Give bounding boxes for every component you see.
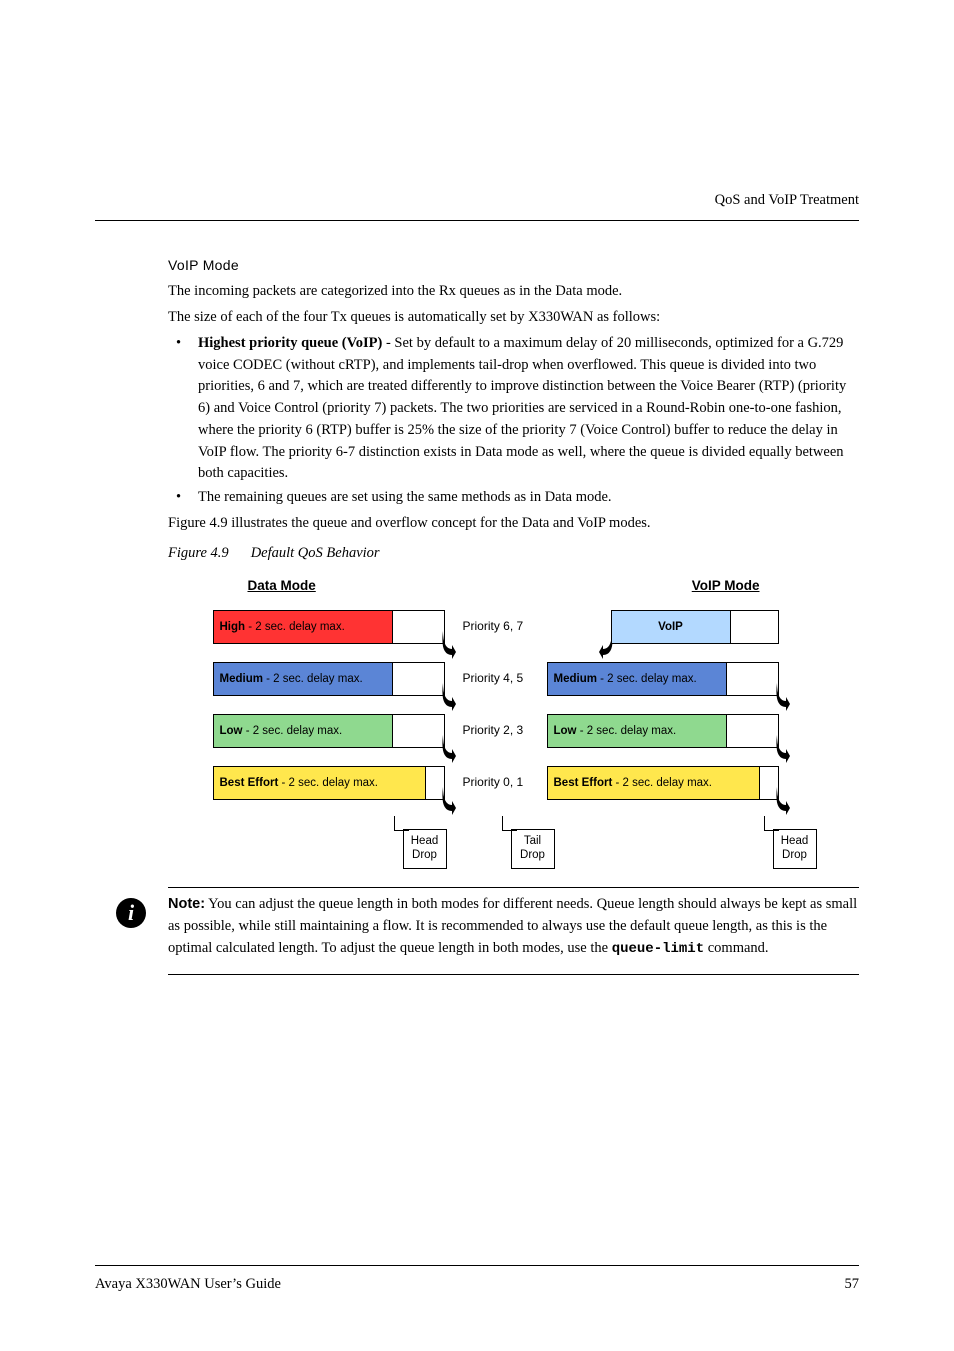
overflow-arrow-icon — [776, 683, 790, 713]
queue-medium: Medium - 2 sec. delay max. — [547, 662, 727, 696]
priority-label: Priority 0, 1 — [463, 774, 541, 791]
head-drop-box: HeadDrop — [403, 829, 447, 869]
running-header: QoS and VoIP Treatment — [715, 190, 859, 211]
figure-column-title-left: Data Mode — [248, 576, 316, 596]
note-bottom-rule — [168, 974, 859, 975]
overflow-arrow-icon — [442, 735, 456, 765]
queue-empty-box — [385, 610, 445, 644]
queue-low: Low - 2 sec. delay max. — [547, 714, 727, 748]
queue-low: Low - 2 sec. delay max. — [213, 714, 393, 748]
head-drop-box: HeadDrop — [773, 829, 817, 869]
overflow-arrow-icon — [776, 735, 790, 765]
command-name: queue-limit — [612, 941, 704, 957]
priority-label: Priority 2, 3 — [463, 722, 541, 739]
header-rule — [95, 220, 859, 221]
figure-row: Medium - 2 sec. delay max. Priority 4, 5… — [213, 661, 815, 697]
footer-rule — [95, 1265, 859, 1266]
queue-empty-box — [719, 662, 779, 696]
queue-voip: VoIP — [611, 610, 731, 644]
overflow-arrow-icon — [776, 787, 790, 817]
queue-best-effort: Best Effort - 2 sec. delay max. — [547, 766, 760, 800]
note-top-rule — [168, 887, 859, 888]
footer-title: Avaya X330WAN User’s Guide — [95, 1274, 281, 1295]
overflow-arrow-icon — [442, 787, 456, 817]
priority-label: Priority 6, 7 — [463, 618, 541, 635]
note-lead: Note: — [168, 896, 205, 912]
figure-row: Low - 2 sec. delay max. Priority 2, 3 Lo… — [213, 713, 815, 749]
figure-column-title-right: VoIP Mode — [692, 576, 760, 596]
queue-high: High - 2 sec. delay max. — [213, 610, 393, 644]
body-paragraph: Figure 4.9 illustrates the queue and ove… — [168, 513, 859, 535]
list-item: Highest priority queue (VoIP) - Set by d… — [168, 333, 859, 485]
note-body: command. — [704, 940, 768, 956]
queue-empty-box — [719, 714, 779, 748]
queue-medium: Medium - 2 sec. delay max. — [213, 662, 393, 696]
overflow-arrow-icon — [442, 683, 456, 713]
figure-title: Default QoS Behavior — [251, 545, 380, 561]
page-footer: Avaya X330WAN User’s Guide 57 — [95, 1274, 859, 1295]
drop-labels-row: HeadDrop TailDrop HeadDrop — [213, 829, 815, 869]
queue-empty-box — [385, 662, 445, 696]
priority-label: Priority 4, 5 — [463, 670, 541, 687]
list-item-lead: Highest priority queue (VoIP) — [198, 335, 382, 351]
bullet-list: Highest priority queue (VoIP) - Set by d… — [168, 333, 859, 509]
queue-empty-box — [385, 714, 445, 748]
list-item: The remaining queues are set using the s… — [168, 487, 859, 509]
queue-best-effort: Best Effort - 2 sec. delay max. — [213, 766, 426, 800]
body-paragraph: The size of each of the four Tx queues i… — [168, 307, 859, 329]
note-block: i Note: You can adjust the queue length … — [116, 894, 859, 960]
figure-row: Best Effort - 2 sec. delay max. Priority… — [213, 765, 815, 801]
figure-qos-behavior: Data Mode VoIP Mode High - 2 sec. delay … — [213, 576, 815, 870]
figure-number: Figure 4.9 — [168, 545, 229, 561]
overflow-arrow-icon — [442, 631, 456, 661]
tail-drop-box: TailDrop — [511, 829, 555, 869]
section-heading: VoIP Mode — [168, 255, 859, 275]
figure-row: High - 2 sec. delay max. Priority 6, 7 V… — [213, 609, 815, 645]
body-paragraph: The incoming packets are categorized int… — [168, 281, 859, 303]
info-icon: i — [116, 898, 146, 928]
figure-caption: Figure 4.9 Default QoS Behavior — [168, 543, 859, 564]
list-item-text: - Set by default to a maximum delay of 2… — [198, 335, 846, 482]
page-number: 57 — [845, 1274, 860, 1295]
